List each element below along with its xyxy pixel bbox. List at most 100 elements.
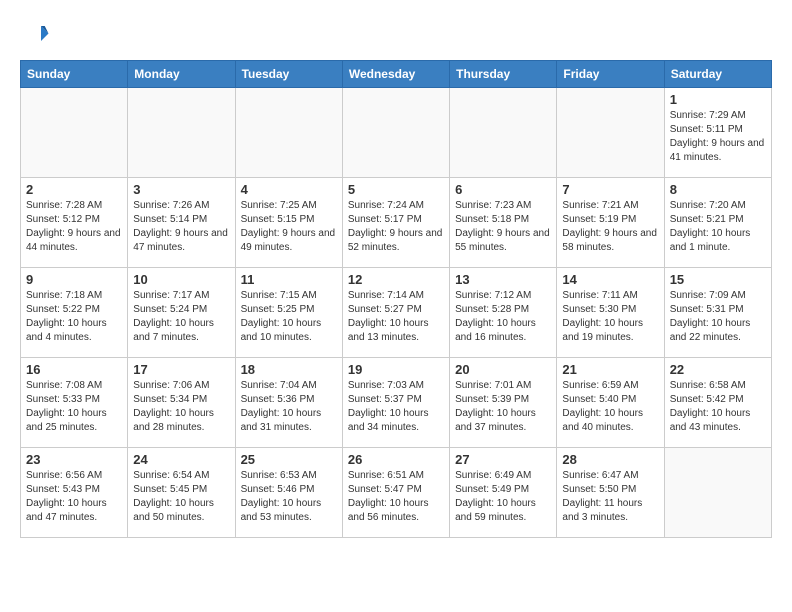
day-info: Sunrise: 7:11 AM Sunset: 5:30 PM Dayligh… xyxy=(562,289,658,345)
calendar-cell: 25 Sunrise: 6:53 AM Sunset: 5:46 PM Dayli… xyxy=(235,448,342,538)
calendar-cell: 3Sunrise: 7:26 AM Sunset: 5:14 PM Daylig… xyxy=(128,178,235,268)
day-info: Sunrise: 6:47 AM Sunset: 5:50 PM Dayligh… xyxy=(562,469,658,525)
calendar-cell: 5Sunrise: 7:24 AM Sunset: 5:17 PM Daylig… xyxy=(342,178,449,268)
day-number: 14 xyxy=(562,272,658,287)
calendar-cell: 6 Sunrise: 7:23 AM Sunset: 5:18 PM Daylig… xyxy=(450,178,557,268)
calendar-cell: 2 Sunrise: 7:28 AM Sunset: 5:12 PM Daylig… xyxy=(21,178,128,268)
calendar-cell: 10 Sunrise: 7:17 AM Sunset: 5:24 PM Dayli… xyxy=(128,268,235,358)
calendar-cell xyxy=(342,88,449,178)
logo-icon xyxy=(20,20,50,50)
calendar-cell xyxy=(21,88,128,178)
calendar-cell: 18 Sunrise: 7:04 AM Sunset: 5:36 PM Dayli… xyxy=(235,358,342,448)
week-row-2: 9 Sunrise: 7:18 AM Sunset: 5:22 PM Daylig… xyxy=(21,268,772,358)
calendar-cell: 14 Sunrise: 7:11 AM Sunset: 5:30 PM Dayli… xyxy=(557,268,664,358)
calendar-cell: 11Sunrise: 7:15 AM Sunset: 5:25 PM Dayli… xyxy=(235,268,342,358)
calendar-cell: 24Sunrise: 6:54 AM Sunset: 5:45 PM Dayli… xyxy=(128,448,235,538)
calendar-cell: 22 Sunrise: 6:58 AM Sunset: 5:42 PM Dayli… xyxy=(664,358,771,448)
calendar-cell: 12 Sunrise: 7:14 AM Sunset: 5:27 PM Dayli… xyxy=(342,268,449,358)
day-number: 16 xyxy=(26,362,122,377)
calendar-table: SundayMondayTuesdayWednesdayThursdayFrid… xyxy=(20,60,772,538)
day-number: 4 xyxy=(241,182,337,197)
day-info: Sunrise: 7:18 AM Sunset: 5:22 PM Dayligh… xyxy=(26,289,122,345)
weekday-header-monday: Monday xyxy=(128,61,235,88)
day-info: Sunrise: 7:28 AM Sunset: 5:12 PM Dayligh… xyxy=(26,199,122,255)
day-info: Sunrise: 7:20 AM Sunset: 5:21 PM Dayligh… xyxy=(670,199,766,255)
day-number: 15 xyxy=(670,272,766,287)
week-row-1: 2 Sunrise: 7:28 AM Sunset: 5:12 PM Daylig… xyxy=(21,178,772,268)
day-number: 26 xyxy=(348,452,444,467)
day-info: Sunrise: 7:26 AM Sunset: 5:14 PM Dayligh… xyxy=(133,199,229,255)
day-number: 24 xyxy=(133,452,229,467)
logo xyxy=(20,20,54,50)
day-info: Sunrise: 7:14 AM Sunset: 5:27 PM Dayligh… xyxy=(348,289,444,345)
weekday-header-friday: Friday xyxy=(557,61,664,88)
day-info: Sunrise: 6:58 AM Sunset: 5:42 PM Dayligh… xyxy=(670,379,766,435)
week-row-0: 1Sunrise: 7:29 AM Sunset: 5:11 PM Daylig… xyxy=(21,88,772,178)
day-info: Sunrise: 6:59 AM Sunset: 5:40 PM Dayligh… xyxy=(562,379,658,435)
day-number: 11 xyxy=(241,272,337,287)
day-number: 21 xyxy=(562,362,658,377)
calendar-cell: 26 Sunrise: 6:51 AM Sunset: 5:47 PM Dayli… xyxy=(342,448,449,538)
day-info: Sunrise: 7:25 AM Sunset: 5:15 PM Dayligh… xyxy=(241,199,337,255)
day-info: Sunrise: 7:08 AM Sunset: 5:33 PM Dayligh… xyxy=(26,379,122,435)
day-number: 9 xyxy=(26,272,122,287)
day-info: Sunrise: 7:24 AM Sunset: 5:17 PM Dayligh… xyxy=(348,199,444,255)
day-info: Sunrise: 7:09 AM Sunset: 5:31 PM Dayligh… xyxy=(670,289,766,345)
day-number: 12 xyxy=(348,272,444,287)
calendar-cell xyxy=(557,88,664,178)
day-info: Sunrise: 7:17 AM Sunset: 5:24 PM Dayligh… xyxy=(133,289,229,345)
day-number: 20 xyxy=(455,362,551,377)
day-number: 19 xyxy=(348,362,444,377)
day-info: Sunrise: 7:21 AM Sunset: 5:19 PM Dayligh… xyxy=(562,199,658,255)
weekday-header-wednesday: Wednesday xyxy=(342,61,449,88)
weekday-header-thursday: Thursday xyxy=(450,61,557,88)
calendar-cell: 21 Sunrise: 6:59 AM Sunset: 5:40 PM Dayli… xyxy=(557,358,664,448)
day-number: 28 xyxy=(562,452,658,467)
calendar-cell xyxy=(235,88,342,178)
calendar-cell xyxy=(664,448,771,538)
day-number: 17 xyxy=(133,362,229,377)
day-number: 7 xyxy=(562,182,658,197)
day-info: Sunrise: 6:49 AM Sunset: 5:49 PM Dayligh… xyxy=(455,469,551,525)
day-number: 10 xyxy=(133,272,229,287)
day-number: 1 xyxy=(670,92,766,107)
calendar-cell: 19 Sunrise: 7:03 AM Sunset: 5:37 PM Dayli… xyxy=(342,358,449,448)
calendar-cell: 4 Sunrise: 7:25 AM Sunset: 5:15 PM Daylig… xyxy=(235,178,342,268)
calendar-cell: 13 Sunrise: 7:12 AM Sunset: 5:28 PM Dayli… xyxy=(450,268,557,358)
day-number: 23 xyxy=(26,452,122,467)
day-info: Sunrise: 7:12 AM Sunset: 5:28 PM Dayligh… xyxy=(455,289,551,345)
day-info: Sunrise: 6:51 AM Sunset: 5:47 PM Dayligh… xyxy=(348,469,444,525)
weekday-header-row: SundayMondayTuesdayWednesdayThursdayFrid… xyxy=(21,61,772,88)
day-info: Sunrise: 6:56 AM Sunset: 5:43 PM Dayligh… xyxy=(26,469,122,525)
page-header xyxy=(20,20,772,50)
day-number: 8 xyxy=(670,182,766,197)
calendar-cell xyxy=(128,88,235,178)
day-info: Sunrise: 7:06 AM Sunset: 5:34 PM Dayligh… xyxy=(133,379,229,435)
day-info: Sunrise: 7:01 AM Sunset: 5:39 PM Dayligh… xyxy=(455,379,551,435)
calendar-cell: 7 Sunrise: 7:21 AM Sunset: 5:19 PM Daylig… xyxy=(557,178,664,268)
day-number: 22 xyxy=(670,362,766,377)
day-number: 25 xyxy=(241,452,337,467)
day-number: 18 xyxy=(241,362,337,377)
day-info: Sunrise: 7:23 AM Sunset: 5:18 PM Dayligh… xyxy=(455,199,551,255)
calendar-cell: 20 Sunrise: 7:01 AM Sunset: 5:39 PM Dayli… xyxy=(450,358,557,448)
calendar-cell: 17 Sunrise: 7:06 AM Sunset: 5:34 PM Dayli… xyxy=(128,358,235,448)
weekday-header-tuesday: Tuesday xyxy=(235,61,342,88)
calendar-cell: 16 Sunrise: 7:08 AM Sunset: 5:33 PM Dayli… xyxy=(21,358,128,448)
day-info: Sunrise: 7:04 AM Sunset: 5:36 PM Dayligh… xyxy=(241,379,337,435)
calendar-cell: 8 Sunrise: 7:20 AM Sunset: 5:21 PM Daylig… xyxy=(664,178,771,268)
calendar-cell: 28 Sunrise: 6:47 AM Sunset: 5:50 PM Dayli… xyxy=(557,448,664,538)
calendar-cell xyxy=(450,88,557,178)
day-number: 2 xyxy=(26,182,122,197)
week-row-3: 16 Sunrise: 7:08 AM Sunset: 5:33 PM Dayli… xyxy=(21,358,772,448)
calendar-cell: 27 Sunrise: 6:49 AM Sunset: 5:49 PM Dayli… xyxy=(450,448,557,538)
day-number: 6 xyxy=(455,182,551,197)
calendar-cell: 15 Sunrise: 7:09 AM Sunset: 5:31 PM Dayli… xyxy=(664,268,771,358)
day-number: 27 xyxy=(455,452,551,467)
calendar-cell: 1Sunrise: 7:29 AM Sunset: 5:11 PM Daylig… xyxy=(664,88,771,178)
day-info: Sunrise: 7:03 AM Sunset: 5:37 PM Dayligh… xyxy=(348,379,444,435)
calendar-cell: 23 Sunrise: 6:56 AM Sunset: 5:43 PM Dayli… xyxy=(21,448,128,538)
day-number: 13 xyxy=(455,272,551,287)
day-info: Sunrise: 6:53 AM Sunset: 5:46 PM Dayligh… xyxy=(241,469,337,525)
calendar-cell: 9 Sunrise: 7:18 AM Sunset: 5:22 PM Daylig… xyxy=(21,268,128,358)
